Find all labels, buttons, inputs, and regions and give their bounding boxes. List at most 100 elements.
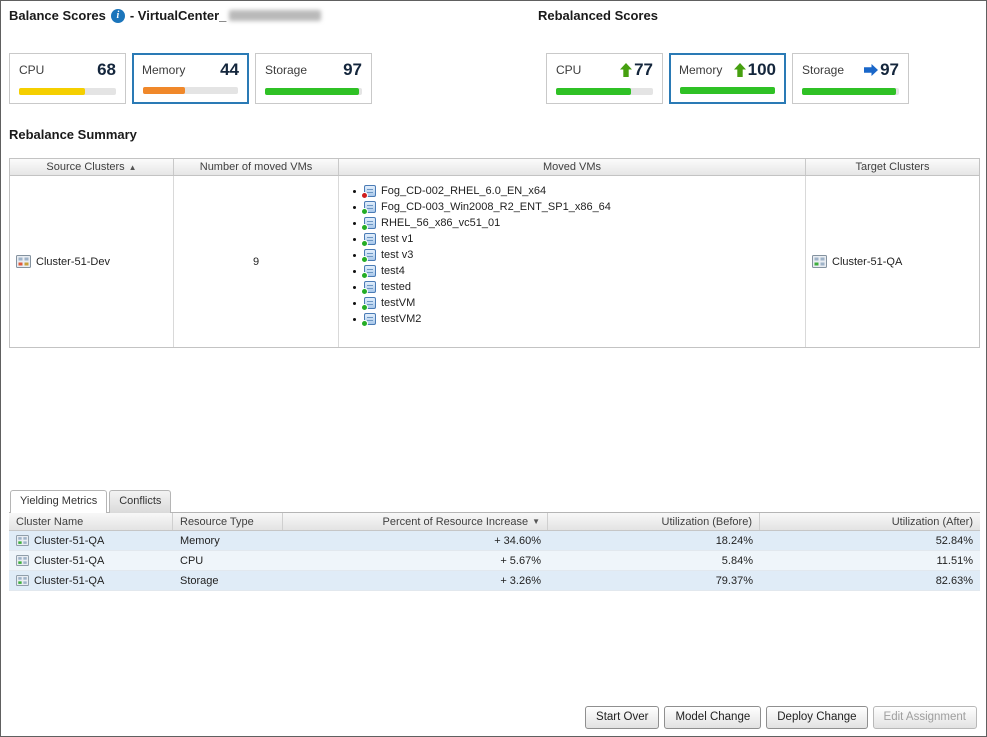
vm-icon [364, 233, 376, 245]
vcenter-label: - VirtualCenter_ [130, 8, 227, 23]
resource-type-cell: CPU [173, 551, 283, 570]
vm-icon [364, 217, 376, 229]
score-label: Memory [679, 60, 722, 77]
right-arrow-icon [864, 64, 878, 76]
model-change-button[interactable]: Model Change [664, 706, 761, 729]
moved-vms-cell: Fog_CD-002_RHEL_6.0_EN_x64 Fog_CD-003_Wi… [339, 176, 806, 347]
cluster-name-cell: Cluster-51-QA [9, 551, 173, 570]
utilization-before-cell: 79.37% [548, 571, 760, 590]
vm-status-on-icon [361, 240, 368, 247]
column-header-utilization-after[interactable]: Utilization (After) [760, 513, 980, 530]
source-cluster-name: Cluster-51-Dev [36, 256, 110, 268]
vm-icon [364, 281, 376, 293]
utilization-after-cell: 82.63% [760, 571, 980, 590]
moved-vm-item: Fog_CD-003_Win2008_R2_ENT_SP1_x86_64 [353, 201, 805, 213]
column-header-utilization-before[interactable]: Utilization (Before) [548, 513, 760, 530]
moved-vm-list: Fog_CD-002_RHEL_6.0_EN_x64 Fog_CD-003_Wi… [353, 185, 805, 325]
score-card-cpu[interactable]: CPU 68 [9, 53, 126, 104]
score-card-memory[interactable]: Memory 44 [132, 53, 249, 104]
summary-table-row[interactable]: Cluster-51-Dev 9 Fog_CD-002_RHEL_6.0_EN_… [10, 176, 979, 347]
percent-increase-cell: + 5.67% [283, 551, 548, 570]
vm-icon [364, 265, 376, 277]
column-header-moved-vms[interactable]: Moved VMs [339, 159, 806, 175]
metrics-row-cpu[interactable]: Cluster-51-QA CPU + 5.67% 5.84% 11.51% [9, 551, 980, 571]
rebalance-summary-table: Source Clusters ▲ Number of moved VMs Mo… [9, 158, 980, 348]
column-header-source-clusters[interactable]: Source Clusters ▲ [10, 159, 174, 175]
sort-asc-icon: ▲ [129, 163, 137, 172]
vm-icon [364, 297, 376, 309]
up-arrow-icon [620, 63, 632, 77]
edit-assignment-button: Edit Assignment [873, 706, 977, 729]
balance-score-cards: CPU 68 Memory 44 Storage 97 [9, 53, 372, 104]
rebalanced-scores-title: Rebalanced Scores [538, 8, 658, 23]
moved-vm-item: test4 [353, 265, 805, 277]
score-label: CPU [556, 60, 581, 77]
column-header-target-clusters[interactable]: Target Clusters [806, 159, 979, 175]
resource-type-cell: Storage [173, 571, 283, 590]
summary-table-header: Source Clusters ▲ Number of moved VMs Mo… [10, 159, 979, 176]
rebalance-page: Balance Scores i - VirtualCenter_ Rebala… [0, 0, 987, 737]
cluster-name-cell: Cluster-51-QA [9, 571, 173, 590]
tab-yielding-metrics[interactable]: Yielding Metrics [10, 490, 107, 513]
deploy-change-button[interactable]: Deploy Change [766, 706, 867, 729]
column-header-percent-increase[interactable]: Percent of Resource Increase ▼ [283, 513, 548, 530]
page-title: Balance Scores [9, 8, 106, 23]
score-label: Storage [265, 60, 307, 77]
score-label: CPU [19, 60, 44, 77]
vm-status-error-icon [361, 192, 368, 199]
source-cluster-cell: Cluster-51-Dev [10, 176, 174, 347]
moved-vm-item: test v1 [353, 233, 805, 245]
utilization-before-cell: 18.24% [548, 531, 760, 550]
vm-status-on-icon [361, 256, 368, 263]
tab-conflicts[interactable]: Conflicts [109, 490, 171, 513]
rebalanced-card-memory[interactable]: Memory 100 [669, 53, 786, 104]
column-header-resource-type[interactable]: Resource Type [173, 513, 283, 530]
utilization-before-cell: 5.84% [548, 551, 760, 570]
vm-status-on-icon [361, 272, 368, 279]
rebalanced-card-storage[interactable]: Storage 97 [792, 53, 909, 104]
rebalanced-card-cpu[interactable]: CPU 77 [546, 53, 663, 104]
score-value: 97 [343, 60, 362, 80]
percent-increase-cell: + 3.26% [283, 571, 548, 590]
cluster-icon [16, 535, 29, 546]
metrics-row-memory[interactable]: Cluster-51-QA Memory + 34.60% 18.24% 52.… [9, 531, 980, 551]
vm-status-on-icon [361, 224, 368, 231]
cluster-name-cell: Cluster-51-QA [9, 531, 173, 550]
yielding-metrics-table: Cluster Name Resource Type Percent of Re… [9, 512, 980, 591]
score-label: Storage [802, 60, 844, 77]
score-value: 100 [748, 60, 776, 80]
vm-icon [364, 313, 376, 325]
column-header-moved-count[interactable]: Number of moved VMs [174, 159, 339, 175]
footer-actions: Start Over Model Change Deploy Change Ed… [585, 706, 977, 729]
cluster-icon [16, 255, 31, 268]
score-bar [19, 88, 116, 95]
start-over-button[interactable]: Start Over [585, 706, 659, 729]
score-value: 97 [880, 60, 899, 80]
target-cluster-cell: Cluster-51-QA [806, 176, 979, 347]
score-bar [265, 88, 362, 95]
moved-vm-item: testVM2 [353, 313, 805, 325]
up-arrow-icon [734, 63, 746, 77]
rebalanced-score-cards: CPU 77 Memory 100 [546, 53, 909, 104]
vm-status-on-icon [361, 320, 368, 327]
score-label: Memory [142, 60, 185, 77]
sort-desc-icon: ▼ [532, 517, 540, 526]
vm-status-on-icon [361, 304, 368, 311]
cluster-icon [812, 255, 827, 268]
score-value: 44 [220, 60, 239, 80]
column-header-cluster-name[interactable]: Cluster Name [9, 513, 173, 530]
vm-status-on-icon [361, 208, 368, 215]
cluster-icon [16, 575, 29, 586]
target-cluster-name: Cluster-51-QA [832, 256, 902, 268]
score-bar [802, 88, 899, 95]
vm-icon [364, 249, 376, 261]
metrics-table-header: Cluster Name Resource Type Percent of Re… [9, 513, 980, 531]
redacted-vcenter-name [229, 10, 321, 21]
info-icon[interactable]: i [111, 9, 125, 23]
score-card-storage[interactable]: Storage 97 [255, 53, 372, 104]
utilization-after-cell: 11.51% [760, 551, 980, 570]
percent-increase-cell: + 34.60% [283, 531, 548, 550]
metrics-row-storage[interactable]: Cluster-51-QA Storage + 3.26% 79.37% 82.… [9, 571, 980, 591]
metrics-tabbar: Yielding Metrics Conflicts [10, 490, 173, 513]
balance-scores-header: Balance Scores i - VirtualCenter_ [9, 8, 321, 23]
